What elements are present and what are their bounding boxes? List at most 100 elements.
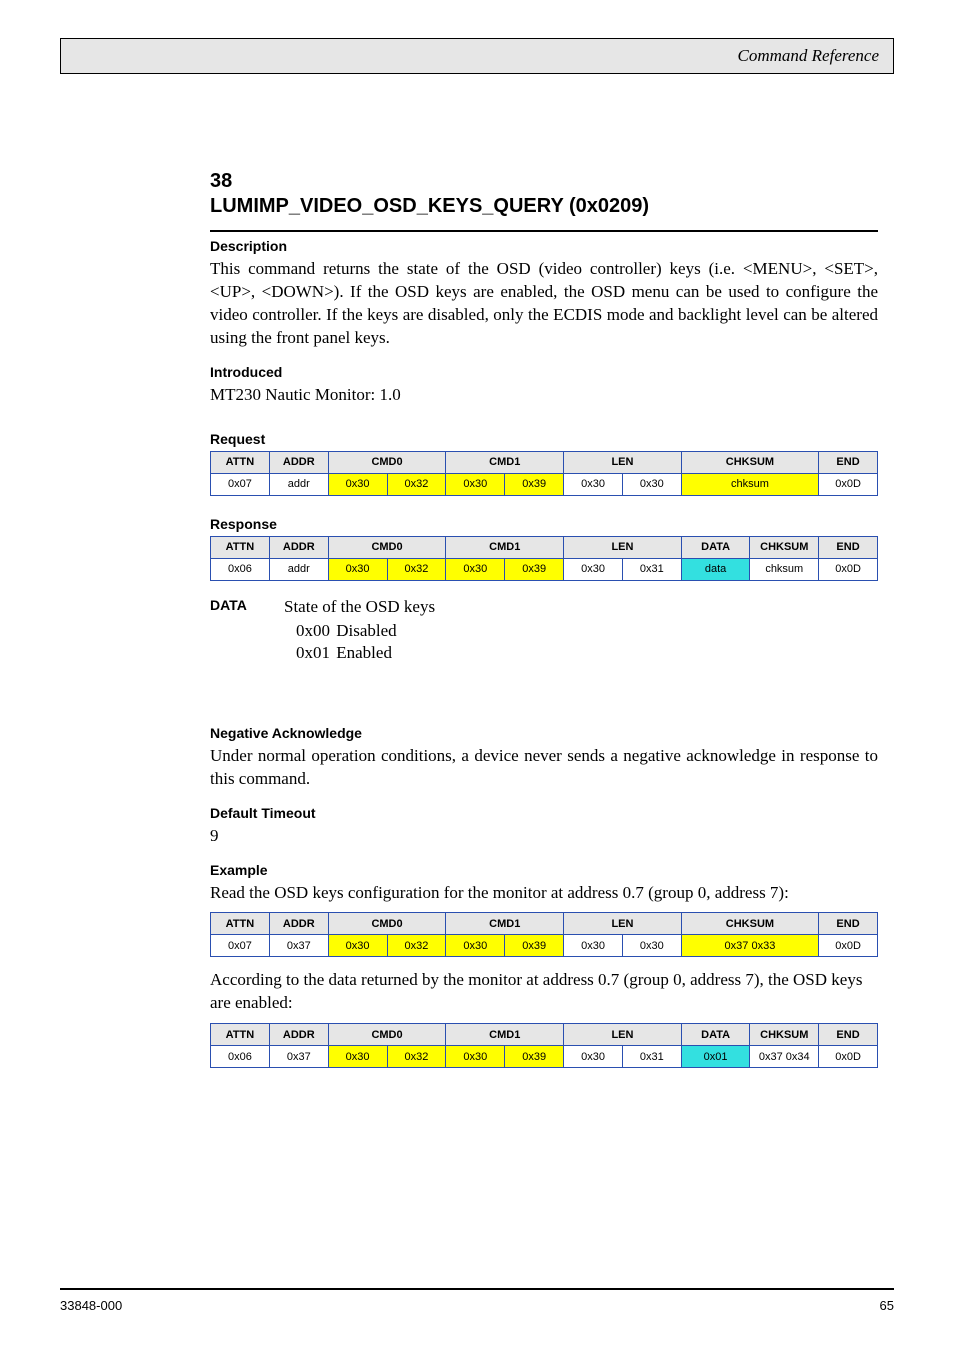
th: CMD1 [446,451,564,473]
td: chksum [681,473,818,495]
th: LEN [564,536,682,558]
param-key: 0x00 [296,621,332,641]
th: END [819,913,878,935]
th: CMD0 [328,536,446,558]
param-val: Enabled [336,643,392,662]
th: ADDR [269,1024,328,1046]
th: LEN [564,451,682,473]
th: CMD0 [328,913,446,935]
nack-label: Negative Acknowledge [210,725,878,741]
param-label: DATA [210,597,280,613]
request-table: ATTN ADDR CMD0 CMD1 LEN CHKSUM END 0x07 … [210,451,878,496]
td: 0x32 [387,558,446,580]
th: ATTN [211,451,270,473]
request-label: Request [210,431,878,447]
td: 0x32 [387,473,446,495]
td: 0x30 [622,935,681,957]
th: DATA [681,1024,750,1046]
td: 0x30 [328,1046,387,1068]
td: 0x30 [328,473,387,495]
td: 0x31 [622,1046,681,1068]
td: 0x37 [269,1046,328,1068]
td: 0x37 [269,935,328,957]
th: ADDR [269,536,328,558]
th: ADDR [269,451,328,473]
th: ATTN [211,1024,270,1046]
description-text: This command returns the state of the OS… [210,258,878,350]
footer: 33848-000 65 [60,1288,894,1313]
td: 0x0D [819,558,878,580]
section-number: 38 [210,170,878,193]
param-row: DATA State of the OSD keys 0x00 Disabled… [210,597,878,663]
example-label: Example [210,862,878,878]
td: 0x0D [819,935,878,957]
table-row: 0x07 0x37 0x30 0x32 0x30 0x39 0x30 0x30 … [211,935,878,957]
th: ATTN [211,913,270,935]
td: 0x30 [446,1046,505,1068]
timeout-label: Default Timeout [210,805,878,821]
th: END [819,536,878,558]
td: 0x30 [564,935,623,957]
param-val: Disabled [336,621,396,640]
td: addr [269,473,328,495]
th: DATA [681,536,750,558]
content: 38 LUMIMP_VIDEO_OSD_KEYS_QUERY (0x0209) … [210,170,878,1068]
footer-rule [60,1288,894,1290]
td: addr [269,558,328,580]
example-mid-text: According to the data returned by the mo… [210,969,878,1015]
td: 0x06 [211,558,270,580]
table-header-row: ATTN ADDR CMD0 CMD1 LEN DATA CHKSUM END [211,1024,878,1046]
footer-left: 33848-000 [60,1298,122,1313]
table-row: 0x06 addr 0x30 0x32 0x30 0x39 0x30 0x31 … [211,558,878,580]
th: LEN [564,913,682,935]
th: CMD0 [328,451,446,473]
introduced-label: Introduced [210,364,878,380]
td: 0x39 [505,1046,564,1068]
td: 0x30 [328,558,387,580]
td: 0x07 [211,935,270,957]
td: 0x37 0x33 [681,935,818,957]
td: 0x30 [446,473,505,495]
th: ADDR [269,913,328,935]
param-key: 0x01 [296,643,332,663]
section-rule [210,230,878,232]
td: data [681,558,750,580]
td: 0x37 0x34 [750,1046,819,1068]
td: 0x0D [819,1046,878,1068]
th: CHKSUM [681,913,818,935]
param-list: 0x00 Disabled 0x01 Enabled [296,621,878,663]
nack-text: Under normal operation conditions, a dev… [210,745,878,791]
table-row: 0x06 0x37 0x30 0x32 0x30 0x39 0x30 0x31 … [211,1046,878,1068]
th: END [819,451,878,473]
header-title: Command Reference [738,46,879,66]
td: 0x32 [387,1046,446,1068]
table-header-row: ATTN ADDR CMD0 CMD1 LEN DATA CHKSUM END [211,536,878,558]
th: CMD1 [446,913,564,935]
td: 0x30 [328,935,387,957]
td: 0x32 [387,935,446,957]
td: 0x30 [446,935,505,957]
description-label: Description [210,238,878,254]
example-tx-table: ATTN ADDR CMD0 CMD1 LEN CHKSUM END 0x07 … [210,912,878,957]
footer-right: 65 [880,1298,894,1313]
page: Command Reference 38 LUMIMP_VIDEO_OSD_KE… [0,0,954,1351]
td: 0x30 [446,558,505,580]
header-band: Command Reference [60,38,894,74]
td: 0x06 [211,1046,270,1068]
param-text: State of the OSD keys [284,597,435,617]
table-row: 0x07 addr 0x30 0x32 0x30 0x39 0x30 0x30 … [211,473,878,495]
td: 0x39 [505,558,564,580]
table-header-row: ATTN ADDR CMD0 CMD1 LEN CHKSUM END [211,913,878,935]
td: 0x30 [564,1046,623,1068]
th: CMD0 [328,1024,446,1046]
td: chksum [750,558,819,580]
td: 0x30 [564,558,623,580]
th: CMD1 [446,1024,564,1046]
th: ATTN [211,536,270,558]
table-header-row: ATTN ADDR CMD0 CMD1 LEN CHKSUM END [211,451,878,473]
response-label: Response [210,516,878,532]
th: CHKSUM [681,451,818,473]
td: 0x39 [505,473,564,495]
td: 0x07 [211,473,270,495]
th: CMD1 [446,536,564,558]
